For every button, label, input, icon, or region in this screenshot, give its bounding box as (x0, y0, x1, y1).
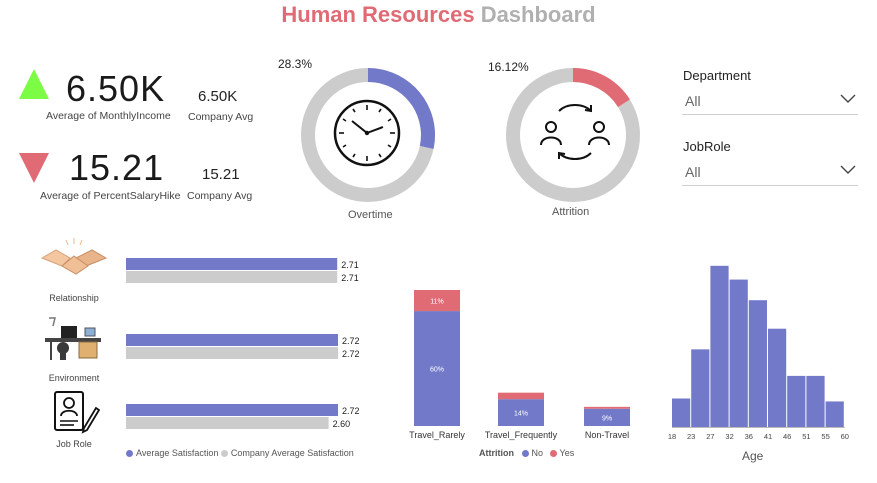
bar-data-label: 11% (430, 299, 444, 306)
attrition-yes-bar (584, 406, 630, 409)
title-part-2: Dashboard (480, 2, 596, 27)
age-axis-title: Age (742, 449, 764, 463)
age-tick-label: 55 (821, 432, 829, 441)
attrition-legend: Attrition No Yes (479, 448, 574, 458)
kpi-salary-hike-label: Average of PercentSalaryHike (40, 190, 181, 202)
age-histogram: 18 23 27 32 36 41 46 51 55 60 (668, 265, 849, 441)
kpi-monthly-income-value: 6.50K (66, 68, 166, 109)
kpi-salary-hike-company-label: Company Avg (187, 190, 253, 202)
job-role-label: Job Role (56, 439, 92, 449)
legend-average-satisfaction: Average Satisfaction (126, 448, 218, 458)
resume-icon (54, 391, 100, 434)
company-satisfaction-value: 2.71 (341, 273, 359, 283)
age-histogram-bar (806, 375, 825, 427)
page-title: Human Resources Dashboard (0, 2, 877, 28)
average-satisfaction-value: 2.72 (342, 336, 360, 346)
bar-data-label: 60% (430, 367, 444, 374)
satisfaction-bar-chart: 2.71 2.71 2.72 2.72 2.72 2.60 (126, 258, 360, 429)
kpi-monthly-income-company-label: Company Avg (188, 111, 254, 123)
age-histogram-bar (710, 265, 729, 427)
bar-data-label: 9% (602, 415, 612, 422)
average-satisfaction-bar (126, 334, 338, 346)
kpi-monthly-income-company-value: 6.50K (198, 88, 238, 105)
age-histogram-bar (787, 375, 806, 427)
overtime-label: Overtime (348, 209, 393, 221)
age-tick-label: 27 (706, 432, 714, 441)
legend-company-average-satisfaction: Company Average Satisfaction (220, 448, 354, 458)
jobrole-slicer-title: JobRole (683, 139, 731, 154)
legend-no: No (521, 448, 543, 458)
bar-data-label: 14% (514, 411, 528, 418)
people-cycle-icon (540, 104, 610, 160)
trend-down-icon (19, 153, 49, 183)
travel-category-label: Non-Travel (585, 430, 629, 440)
attrition-label: Attrition (552, 206, 590, 218)
legend-yes: Yes (549, 448, 574, 458)
kpi-salary-hike-company-value: 15.21 (202, 166, 240, 183)
age-tick-label: 32 (725, 432, 733, 441)
department-slicer-title: Department (683, 68, 751, 83)
title-part-1: Human Resources (281, 2, 475, 27)
travel-category-label: Travel_Rarely (409, 430, 465, 440)
kpi-monthly-income-label: Average of MonthlyIncome (46, 110, 171, 122)
age-tick-label: 41 (764, 432, 772, 441)
age-histogram-bar (672, 398, 691, 427)
age-tick-label: 23 (687, 432, 695, 441)
attrition-yes-bar (498, 392, 544, 400)
company-satisfaction-value: 2.72 (342, 349, 360, 359)
relationship-label: Relationship (49, 293, 99, 303)
satisfaction-legend: Average Satisfaction Company Average Sat… (126, 448, 354, 458)
age-histogram-bar (825, 401, 844, 427)
average-satisfaction-value: 2.71 (341, 260, 359, 270)
attrition-legend-title: Attrition (479, 448, 514, 458)
company-satisfaction-bar (126, 271, 338, 283)
age-tick-label: 36 (745, 432, 753, 441)
average-satisfaction-bar (126, 258, 338, 270)
age-histogram-bar (691, 349, 710, 427)
age-histogram-bar (748, 300, 767, 427)
age-histogram-bar (768, 328, 787, 427)
company-satisfaction-bar (126, 417, 329, 429)
travel-category-label: Travel_Frequently (485, 430, 558, 440)
attrition-donut (506, 68, 640, 202)
attrition-by-travel-chart: 60% 11% Travel_Rarely 14% Travel_Frequently 9… (409, 290, 630, 440)
jobrole-selected-value: All (685, 164, 701, 180)
clock-icon (333, 99, 401, 167)
handshake-icon (40, 238, 108, 275)
trend-up-icon (19, 69, 49, 99)
age-tick-label: 18 (668, 432, 676, 441)
age-tick-label: 60 (841, 432, 849, 441)
age-tick-label: 51 (802, 432, 810, 441)
company-satisfaction-value: 2.60 (333, 419, 351, 429)
jobrole-dropdown[interactable]: All (682, 158, 858, 186)
office-desk-icon (45, 317, 101, 360)
company-satisfaction-bar (126, 347, 338, 359)
average-satisfaction-value: 2.72 (342, 406, 360, 416)
kpi-salary-hike-value: 15.21 (69, 147, 165, 188)
chevron-down-icon (840, 165, 856, 174)
chevron-down-icon (840, 94, 856, 103)
department-dropdown[interactable]: All (682, 87, 858, 115)
average-satisfaction-bar (126, 404, 338, 416)
age-tick-label: 46 (783, 432, 791, 441)
environment-label: Environment (48, 373, 100, 383)
overtime-donut (301, 68, 435, 202)
age-histogram-bar (729, 279, 748, 427)
department-selected-value: All (685, 93, 701, 109)
